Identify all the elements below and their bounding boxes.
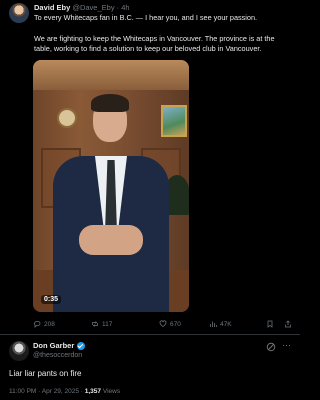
reply-author-name[interactable]: Don Garber xyxy=(33,341,74,350)
views-count: 47K xyxy=(220,320,232,328)
tweet-time[interactable]: 4h xyxy=(121,3,129,12)
reply-author[interactable]: Don Garber xyxy=(33,341,86,350)
avatar[interactable] xyxy=(9,341,29,361)
author-handle[interactable]: @Dave_Eby xyxy=(72,3,114,12)
reply-button[interactable]: 208 xyxy=(33,320,55,328)
like-count: 670 xyxy=(170,320,181,328)
wall-painting xyxy=(161,105,187,137)
reply-text: Liar liar pants on fire xyxy=(9,369,82,378)
reply-views-count: 1,357 xyxy=(84,388,102,395)
author-name[interactable]: David Eby xyxy=(34,3,70,12)
more-options-icon[interactable]: ⋯ xyxy=(282,340,291,351)
bar-chart-icon xyxy=(210,321,217,327)
views-button[interactable]: 47K xyxy=(209,320,232,328)
tweet-text-line1: To every Whitecaps fan in B.C. — I hear … xyxy=(34,13,258,22)
tweet-actions: 208 117 670 47K xyxy=(33,320,293,330)
reply-views-label: Views xyxy=(101,388,121,395)
share-icon xyxy=(285,320,291,328)
avatar[interactable] xyxy=(9,3,29,23)
video-ceiling xyxy=(33,60,189,90)
repost-count: 117 xyxy=(102,320,113,328)
repost-button[interactable]: 117 xyxy=(91,320,112,328)
repost-icon xyxy=(92,321,98,327)
tweet-text-line2: We are fighting to keep the Whitecaps in… xyxy=(34,34,275,53)
bookmark-icon xyxy=(267,320,273,328)
grok-icon[interactable] xyxy=(266,342,276,352)
tweet-header: David Eby @Dave_Eby · 4h xyxy=(34,3,130,12)
separator-dot: · xyxy=(116,3,120,12)
reply-time[interactable]: 11:00 PM · Apr 29, 2025 · xyxy=(9,388,85,395)
reply-meta: 11:00 PM · Apr 29, 2025 · 1,357 Views xyxy=(9,388,120,395)
video-timestamp: 0:35 xyxy=(41,295,62,304)
tweet-video[interactable]: 0:35 xyxy=(33,60,189,312)
wall-clock xyxy=(57,108,77,128)
reply-count: 208 xyxy=(44,320,55,328)
speaker-hair xyxy=(91,94,129,112)
verified-badge-icon xyxy=(77,341,86,350)
like-button[interactable]: 670 xyxy=(159,320,181,328)
bookmark-button[interactable] xyxy=(266,320,274,328)
divider xyxy=(0,334,300,335)
speaker-hands xyxy=(79,225,143,255)
heart-icon xyxy=(159,320,167,327)
reply-author-handle[interactable]: @thesoccerdon xyxy=(33,352,82,359)
reply-icon xyxy=(34,321,41,328)
share-button[interactable] xyxy=(284,320,292,328)
